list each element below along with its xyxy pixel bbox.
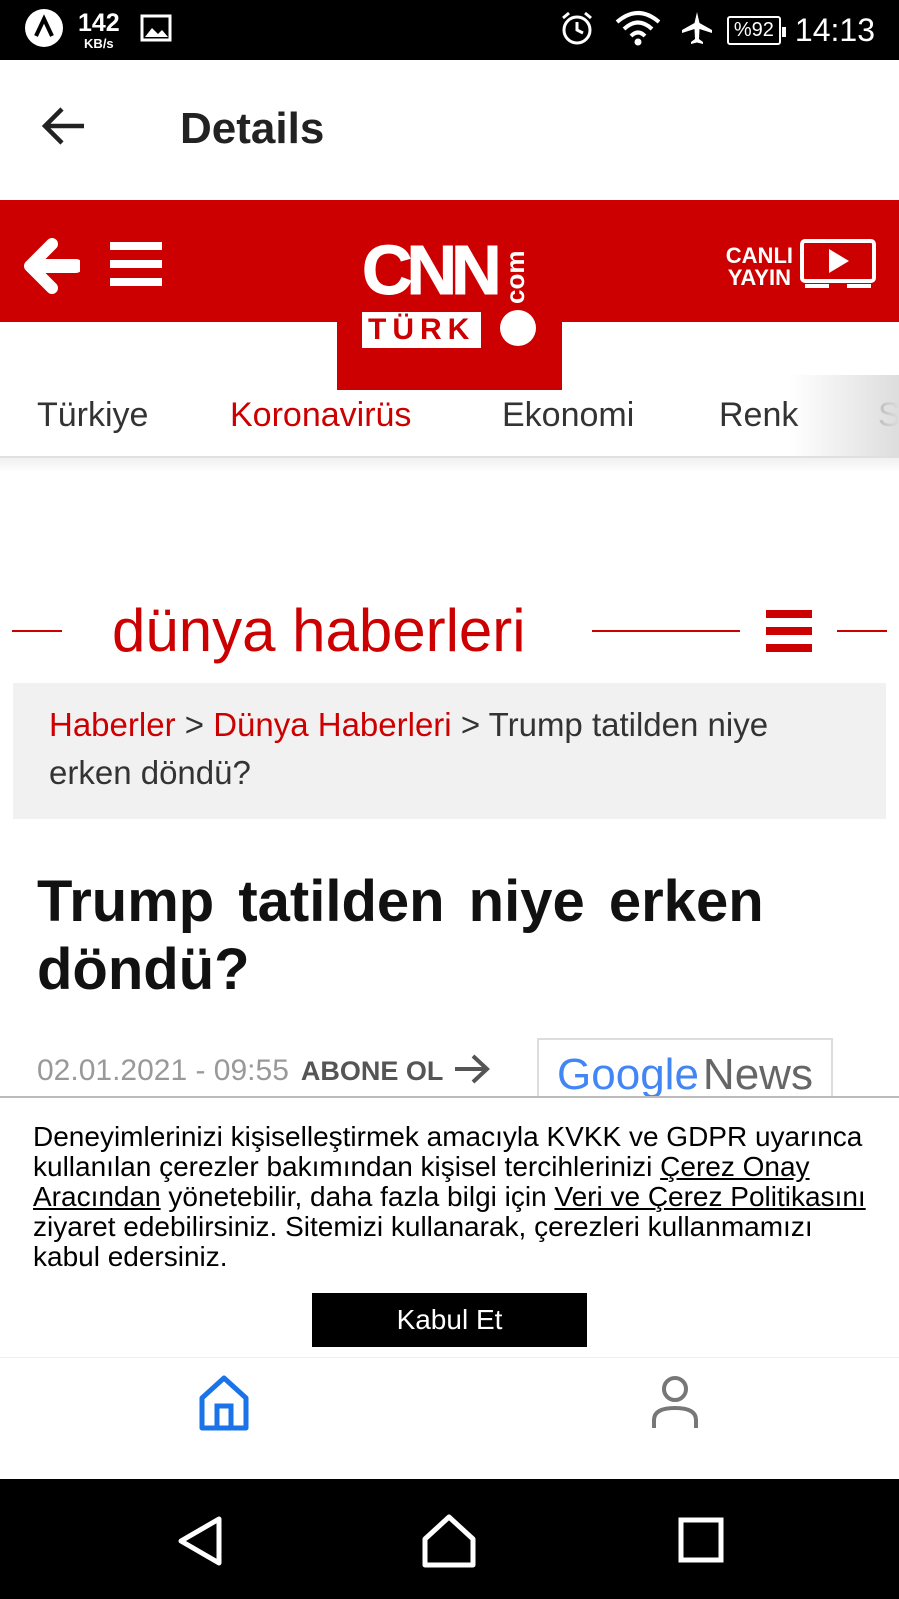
home-outline-icon[interactable] xyxy=(421,1513,477,1574)
google-word: Google xyxy=(557,1050,699,1099)
tab-turkiye[interactable]: Türkiye xyxy=(37,396,148,435)
clock: 14:13 xyxy=(794,11,875,48)
app-bar: Details xyxy=(0,60,899,200)
home-icon[interactable] xyxy=(197,1374,251,1437)
logo-turk: TÜRK xyxy=(362,312,482,348)
tv-play-icon xyxy=(799,238,877,295)
image-notification-icon xyxy=(140,14,172,47)
breadcrumb-separator: > xyxy=(460,706,481,743)
cookie-text-c: ziyaret edebilirsiniz. Sitemizi kullanar… xyxy=(33,1211,813,1272)
breadcrumb-link-dunya[interactable]: Dünya Haberleri xyxy=(213,706,451,743)
recents-square-icon[interactable] xyxy=(678,1517,724,1568)
section-rule-right xyxy=(837,630,887,632)
profile-icon[interactable] xyxy=(650,1374,700,1435)
cookie-text-b: yönetebilir, daha fazla bilgi için xyxy=(160,1181,555,1212)
back-arrow-icon[interactable] xyxy=(40,104,88,153)
google-news-logo: GoogleNews xyxy=(557,1050,813,1100)
cookie-text: Deneyimlerinizi kişiselleştirmek amacıyl… xyxy=(33,1122,875,1272)
system-navigation-bar xyxy=(0,1479,899,1599)
logo-com: com xyxy=(500,250,530,304)
section-rule-middle xyxy=(592,630,740,632)
logo-dot xyxy=(500,310,536,346)
article-headline: Trump tatilden niye erken döndü? xyxy=(37,869,764,1002)
breadcrumb: Haberler > Dünya Haberleri > Trump tatil… xyxy=(13,683,886,819)
article-date: 02.01.2021 - 09:55 xyxy=(37,1054,289,1087)
battery-indicator: %92 xyxy=(726,15,786,45)
site-back-arrow-icon[interactable] xyxy=(22,238,83,299)
speed-value: 142 xyxy=(78,9,120,37)
app-notification-icon xyxy=(24,8,64,53)
live-line2: YAYIN xyxy=(727,264,791,290)
hamburger-menu-icon[interactable] xyxy=(110,240,162,293)
page-title: Details xyxy=(180,104,325,153)
subscribe-label[interactable]: ABONE OL xyxy=(301,1056,444,1087)
alarm-icon xyxy=(559,10,595,51)
cnn-turk-logo[interactable]: CNN com TÜRK xyxy=(337,200,562,390)
live-stream-button[interactable]: CANLI YAYIN xyxy=(726,238,877,295)
category-tabs: Türkiye Koronavirüs Ekonomi Renk S xyxy=(0,375,899,458)
arrow-right-icon xyxy=(453,1053,491,1090)
section-rule-left xyxy=(12,630,62,632)
back-triangle-icon[interactable] xyxy=(175,1515,225,1572)
tab-renk[interactable]: Renk xyxy=(719,396,798,435)
accept-cookies-button[interactable]: Kabul Et xyxy=(312,1293,587,1347)
bottom-navigation xyxy=(0,1357,899,1480)
speed-unit: KB/s xyxy=(84,36,114,51)
breadcrumb-separator: > xyxy=(184,706,205,743)
breadcrumb-link-haberler[interactable]: Haberler xyxy=(49,706,176,743)
cookie-policy-link[interactable]: Veri ve Çerez Politikasını xyxy=(554,1181,865,1212)
wifi-icon xyxy=(615,10,661,51)
tabs-shadow xyxy=(0,458,899,472)
section-menu-icon[interactable] xyxy=(766,610,812,657)
airplane-icon xyxy=(679,10,715,51)
tabs-scroll-fade xyxy=(789,375,899,457)
logo-cnn: CNN xyxy=(362,231,503,309)
article-meta: 02.01.2021 - 09:55 ABONE OL GoogleNews xyxy=(37,1038,833,1112)
live-line1: CANLI xyxy=(725,242,793,268)
tab-koronavirus[interactable]: Koronavirüs xyxy=(230,396,411,435)
news-word: News xyxy=(702,1050,813,1099)
network-speed: 142 KB/s xyxy=(78,9,120,51)
tab-ekonomi[interactable]: Ekonomi xyxy=(502,396,634,435)
status-bar: 142 KB/s %92 14:13 xyxy=(0,0,899,60)
cookie-banner: Deneyimlerinizi kişiselleştirmek amacıyl… xyxy=(0,1096,899,1358)
section-title: dünya haberleri xyxy=(112,597,526,664)
